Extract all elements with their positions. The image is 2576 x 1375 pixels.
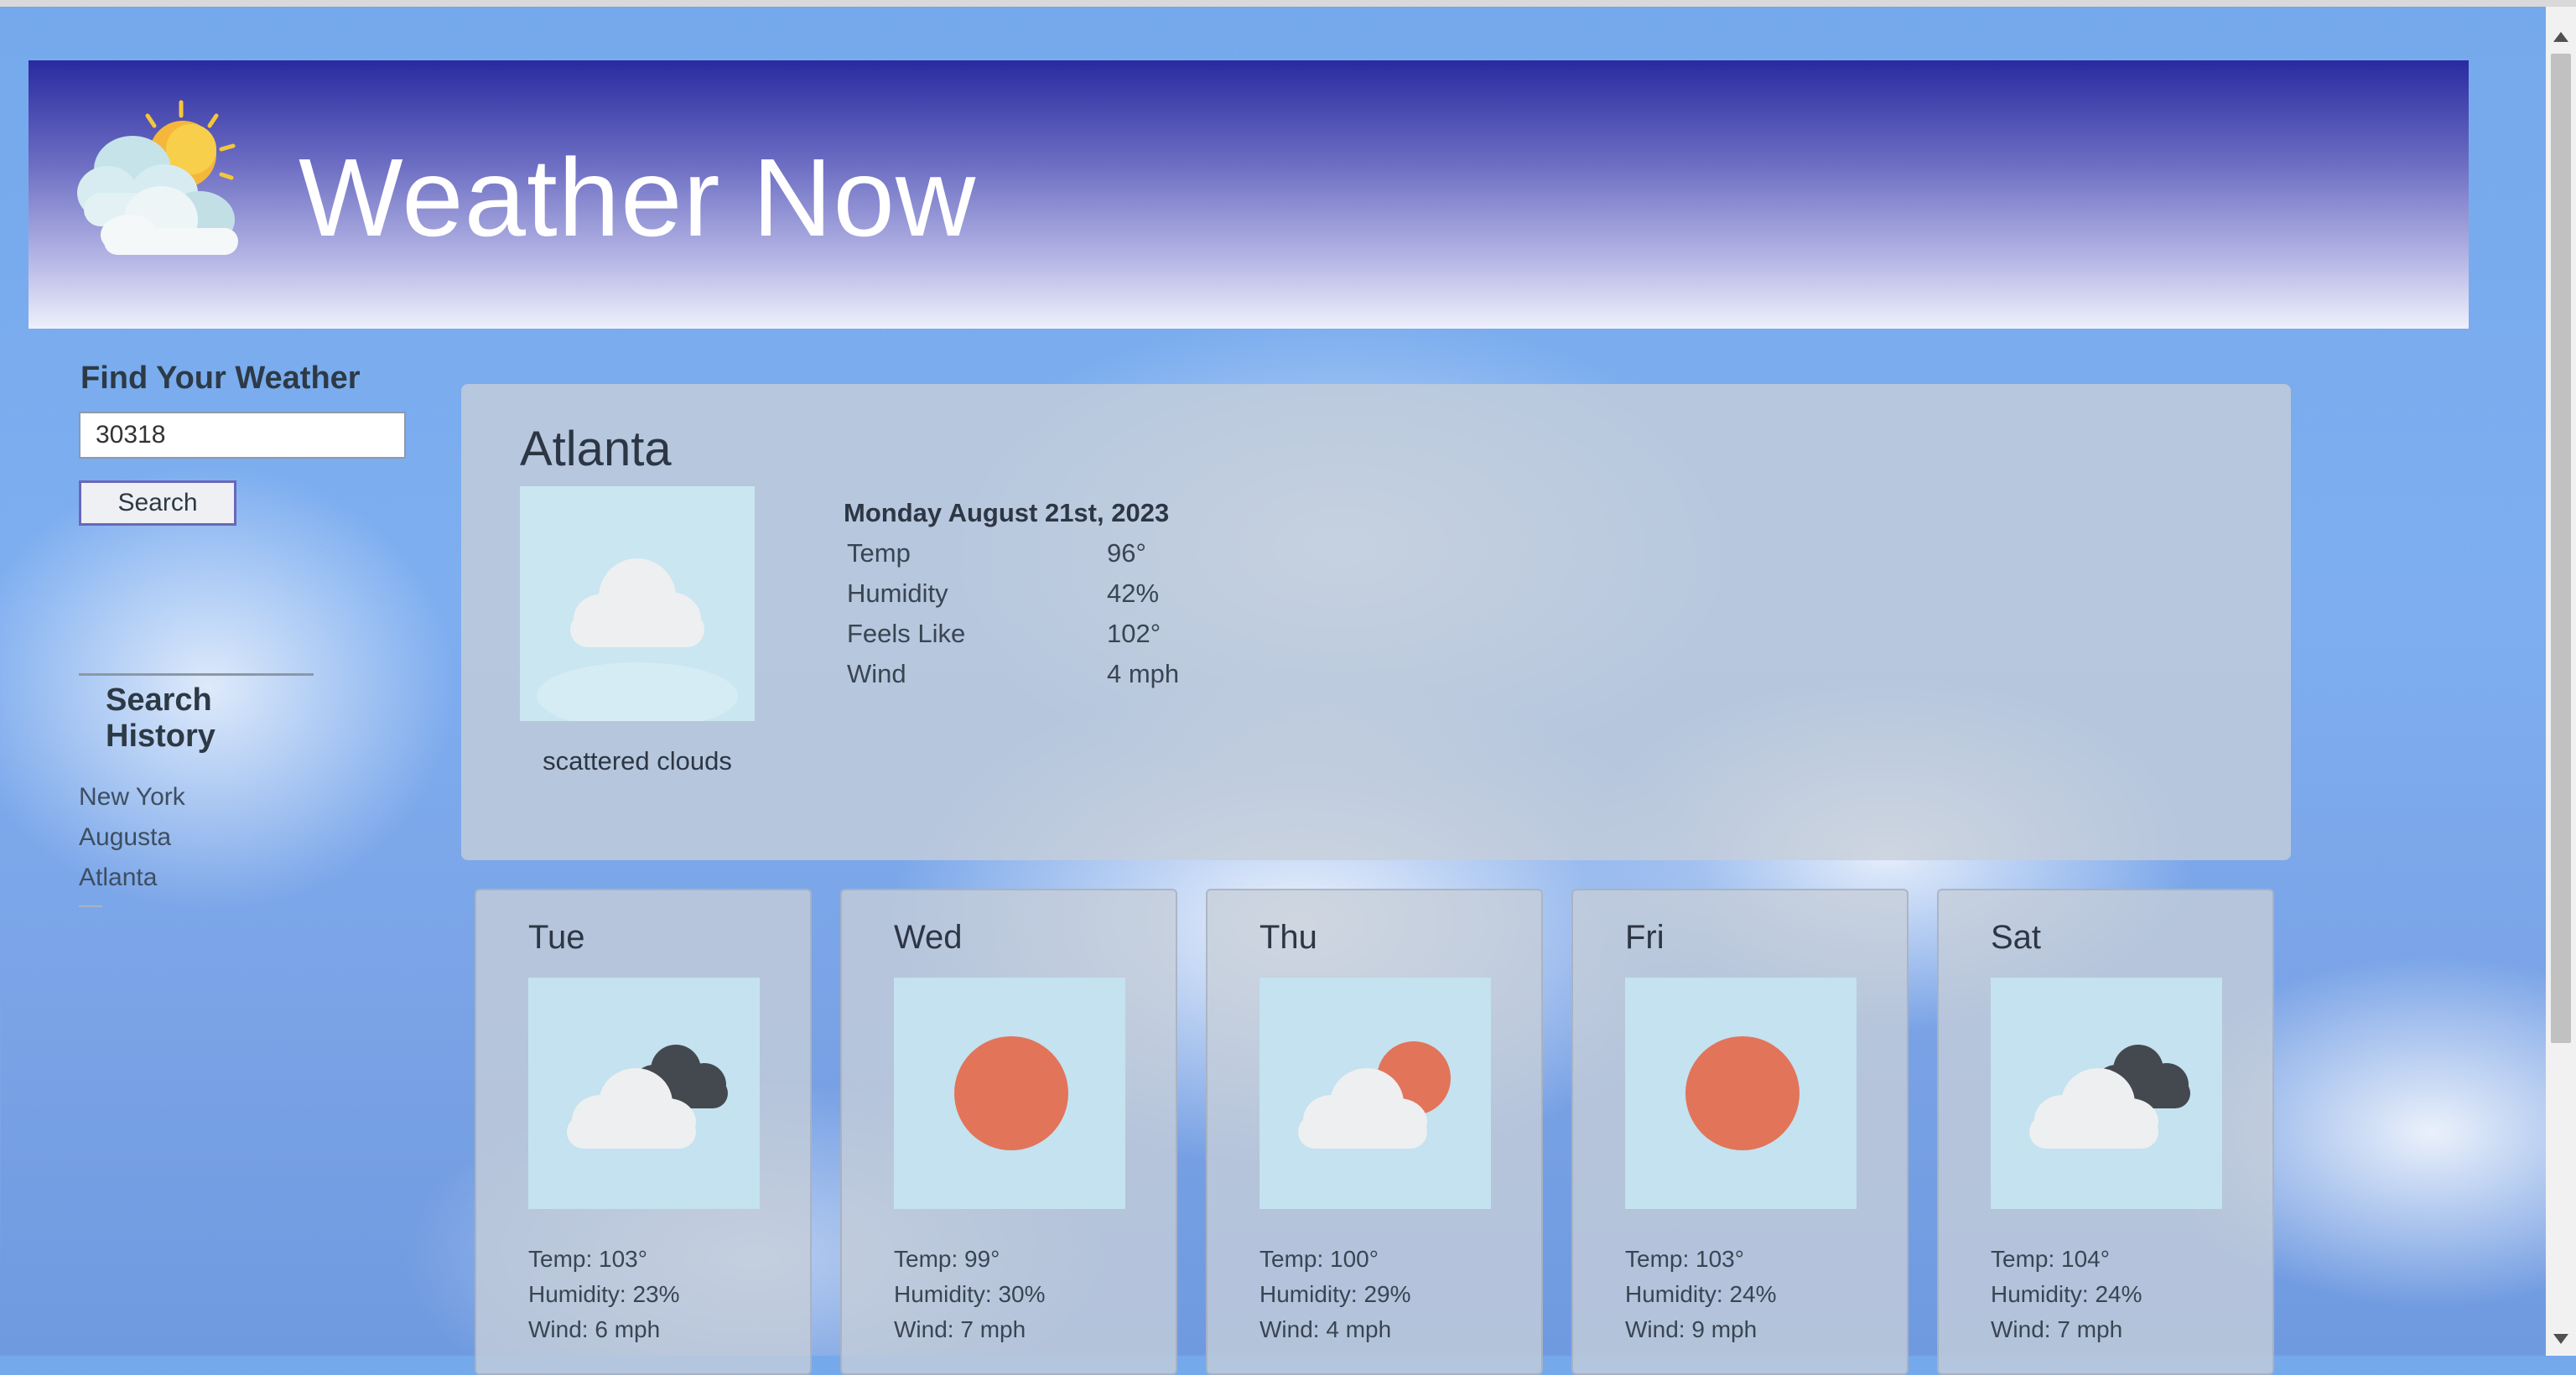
forecast-wind: Wind: 6 mph: [528, 1316, 661, 1342]
stat-row-humidity: Humidity 42%: [844, 573, 1182, 614]
city-name: Atlanta: [520, 422, 672, 476]
forecast-day: Tue: [528, 919, 585, 956]
stat-row-feels-like: Feels Like 102°: [844, 614, 1182, 654]
forecast-card: Sat Temp: 104° Humidity: 24% Wind: 7 mph: [1937, 889, 2274, 1375]
stat-value: 42%: [1107, 579, 1160, 608]
stat-label: Temp: [847, 538, 911, 568]
stat-row-temp: Temp 96°: [844, 533, 1182, 573]
scattered-clouds-icon: [537, 558, 738, 729]
forecast-icon-box: [1625, 978, 1857, 1209]
forecast-icon-box: [894, 978, 1125, 1209]
sun-icon: [954, 1036, 1068, 1150]
history-list: New York Augusta Atlanta: [79, 780, 431, 900]
forecast-card: Tue Temp: 103° Humidity: 23% Wind: 6 mph: [475, 889, 812, 1375]
sun-icon: [1685, 1036, 1800, 1150]
forecast-temp: Temp: 103°: [528, 1246, 647, 1272]
scrollbar-thumb[interactable]: [2551, 54, 2571, 1043]
forecast-humidity: Humidity: 30%: [894, 1281, 1046, 1307]
scroll-down-arrow-icon[interactable]: [2553, 1334, 2568, 1344]
forecast-humidity: Humidity: 29%: [1259, 1281, 1411, 1307]
stat-label: Wind: [847, 659, 906, 688]
forecast-icon-box: [528, 978, 760, 1209]
cloud-dark-cloud-icon: [567, 1045, 728, 1149]
forecast-day: Wed: [894, 919, 963, 956]
stat-label: Feels Like: [847, 619, 966, 648]
stat-row-wind: Wind 4 mph: [844, 654, 1182, 694]
search-button[interactable]: Search: [79, 480, 236, 526]
current-weather-icon-box: [520, 486, 755, 729]
current-details: Monday August 21st, 2023 Temp 96° Humidi…: [844, 498, 1182, 694]
forecast-humidity: Humidity: 24%: [1625, 1281, 1777, 1307]
forecast-card: Wed Temp: 99° Humidity: 30% Wind: 7 mph: [840, 889, 1177, 1375]
stat-value: 96°: [1107, 538, 1146, 568]
forecast-icon-box: [1991, 978, 2222, 1209]
forecast-wind: Wind: 7 mph: [894, 1316, 1026, 1342]
forecast-wind: Wind: 4 mph: [1259, 1316, 1392, 1342]
search-input[interactable]: [79, 412, 406, 459]
history-item[interactable]: Augusta: [79, 820, 431, 860]
forecast-temp: Temp: 103°: [1625, 1246, 1744, 1272]
forecast-card: Fri Temp: 103° Humidity: 24% Wind: 9 mph: [1571, 889, 1909, 1375]
forecast-card: Thu Temp: 100° Humidity: 29% Wind: 4 mph: [1206, 889, 1543, 1375]
forecast-wind: Wind: 7 mph: [1991, 1316, 2123, 1342]
forecast-icon-box: [1259, 978, 1491, 1209]
partly-cloudy-logo-icon: [77, 100, 238, 255]
cloud-dark-cloud-icon: [2029, 1045, 2190, 1149]
forecast-temp: Temp: 104°: [1991, 1246, 2110, 1272]
weather-description: scattered clouds: [543, 746, 732, 776]
current-date: Monday August 21st, 2023: [844, 498, 1170, 527]
forecast-day: Thu: [1259, 919, 1317, 956]
stat-value: 4 mph: [1107, 659, 1180, 688]
forecast-humidity: Humidity: 24%: [1991, 1281, 2142, 1307]
vertical-scrollbar[interactable]: [2546, 7, 2576, 1356]
history-item[interactable]: New York: [79, 780, 431, 820]
header-banner: Weather Now: [29, 60, 2469, 329]
cloud-sun-icon: [1298, 1041, 1451, 1149]
app-title: Weather Now: [299, 136, 977, 259]
forecast-temp: Temp: 99°: [894, 1246, 1000, 1272]
search-sidebar: Find Your Weather Search Search History …: [79, 352, 431, 907]
forecast-day: Fri: [1625, 919, 1665, 956]
current-weather-card: Atlanta scattered clouds Monday August 2…: [461, 384, 2291, 860]
stat-label: Humidity: [847, 579, 948, 608]
forecast-humidity: Humidity: 23%: [528, 1281, 680, 1307]
five-day-forecast: Tue Temp: 103° Humidity: 23% Wind: 6 mph…: [475, 889, 2277, 1375]
search-history: Search History New York Augusta Atlanta: [79, 673, 431, 907]
current-stats-table: Temp 96° Humidity 42% Feels Like 102° Wi…: [844, 533, 1182, 694]
browser-top-edge: [0, 0, 2576, 7]
forecast-wind: Wind: 9 mph: [1625, 1316, 1758, 1342]
history-divider: [79, 905, 102, 907]
stat-value: 102°: [1107, 619, 1161, 648]
search-history-title: Search History: [79, 673, 314, 755]
search-label: Find Your Weather: [80, 361, 361, 396]
forecast-temp: Temp: 100°: [1259, 1246, 1379, 1272]
history-item[interactable]: Atlanta: [79, 860, 431, 900]
scroll-up-arrow-icon[interactable]: [2553, 32, 2568, 42]
forecast-day: Sat: [1991, 919, 2042, 956]
